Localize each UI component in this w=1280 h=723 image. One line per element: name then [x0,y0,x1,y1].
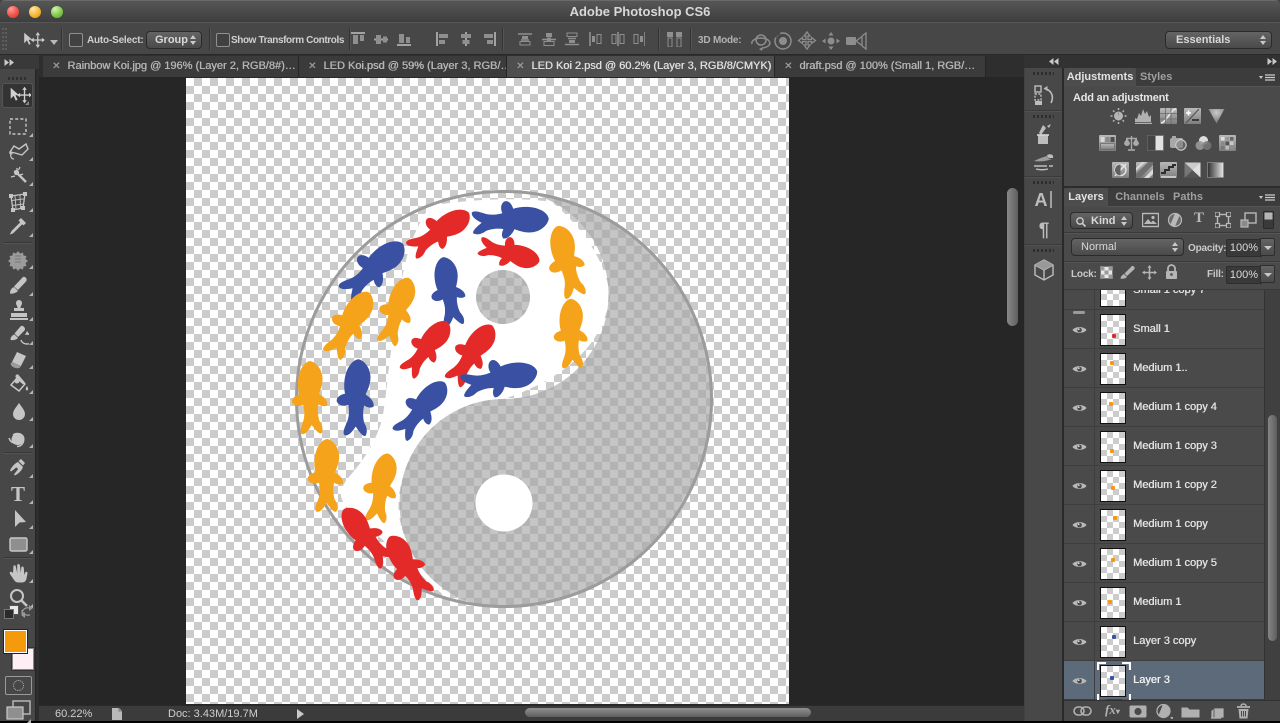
svg-text:A: A [1035,190,1048,210]
svg-text:T: T [11,482,25,506]
svg-text:¶: ¶ [1039,220,1050,240]
